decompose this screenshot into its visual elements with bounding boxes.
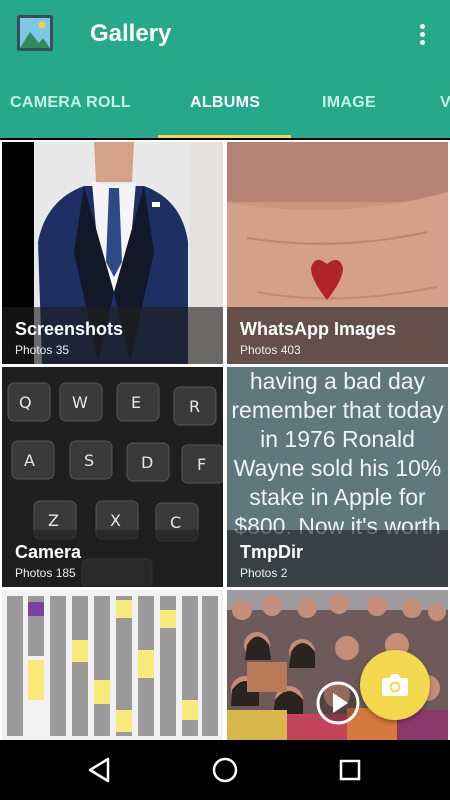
tab-video[interactable]: V — [440, 94, 450, 112]
recents-icon[interactable] — [334, 754, 366, 786]
svg-text:R: R — [189, 397, 200, 416]
svg-text:S: S — [84, 451, 94, 470]
back-icon[interactable] — [84, 754, 116, 786]
camera-fab[interactable] — [360, 650, 430, 720]
more-vert-icon[interactable] — [412, 20, 432, 50]
album-name: WhatsApp Images — [240, 319, 397, 339]
svg-text:Z: Z — [48, 511, 59, 530]
system-nav-bar — [0, 740, 450, 800]
album-tile-screenshots[interactable]: Screenshots Photos 35 — [2, 142, 223, 364]
gallery-icon — [17, 15, 53, 51]
svg-text:F: F — [197, 455, 206, 474]
svg-text:E: E — [131, 393, 141, 412]
svg-text:A: A — [24, 451, 35, 470]
svg-text:W: W — [72, 393, 88, 412]
svg-text:D: D — [141, 453, 153, 472]
album-tile-whatsapp-images[interactable]: WhatsApp Images Photos 403 — [227, 142, 448, 364]
app-title: Gallery — [90, 20, 172, 47]
tab-camera-roll[interactable]: CAMERA ROLL — [10, 94, 131, 112]
home-icon[interactable] — [209, 754, 241, 786]
album-name: TmpDir — [240, 542, 303, 562]
play-icon[interactable] — [315, 680, 361, 726]
album-tile-tmpdir[interactable]: having a bad day remember that today in … — [227, 367, 448, 587]
album-thumbnail — [2, 590, 223, 740]
svg-text:X: X — [110, 511, 121, 530]
meme-text: having a bad day remember that today in … — [231, 368, 444, 539]
album-count: Photos 35 — [15, 343, 70, 357]
album-count: Photos 2 — [240, 566, 288, 580]
album-count: Photos 185 — [15, 566, 76, 580]
tab-image[interactable]: IMAGE — [322, 94, 376, 112]
album-tile-camera[interactable]: QWER ASDF ZXC Camera Photos 185 — [2, 367, 223, 587]
app-bar: Gallery CAMERA ROLL ALBUMS IMAGE V — [0, 0, 450, 138]
camera-icon — [382, 674, 408, 696]
svg-text:Q: Q — [19, 393, 32, 412]
tab-indicator — [158, 135, 291, 138]
album-name: Camera — [15, 542, 82, 562]
album-count: Photos 403 — [240, 343, 301, 357]
tab-albums[interactable]: ALBUMS — [190, 94, 260, 112]
album-name: Screenshots — [15, 319, 124, 339]
album-tile-newspaper[interactable] — [2, 590, 223, 740]
